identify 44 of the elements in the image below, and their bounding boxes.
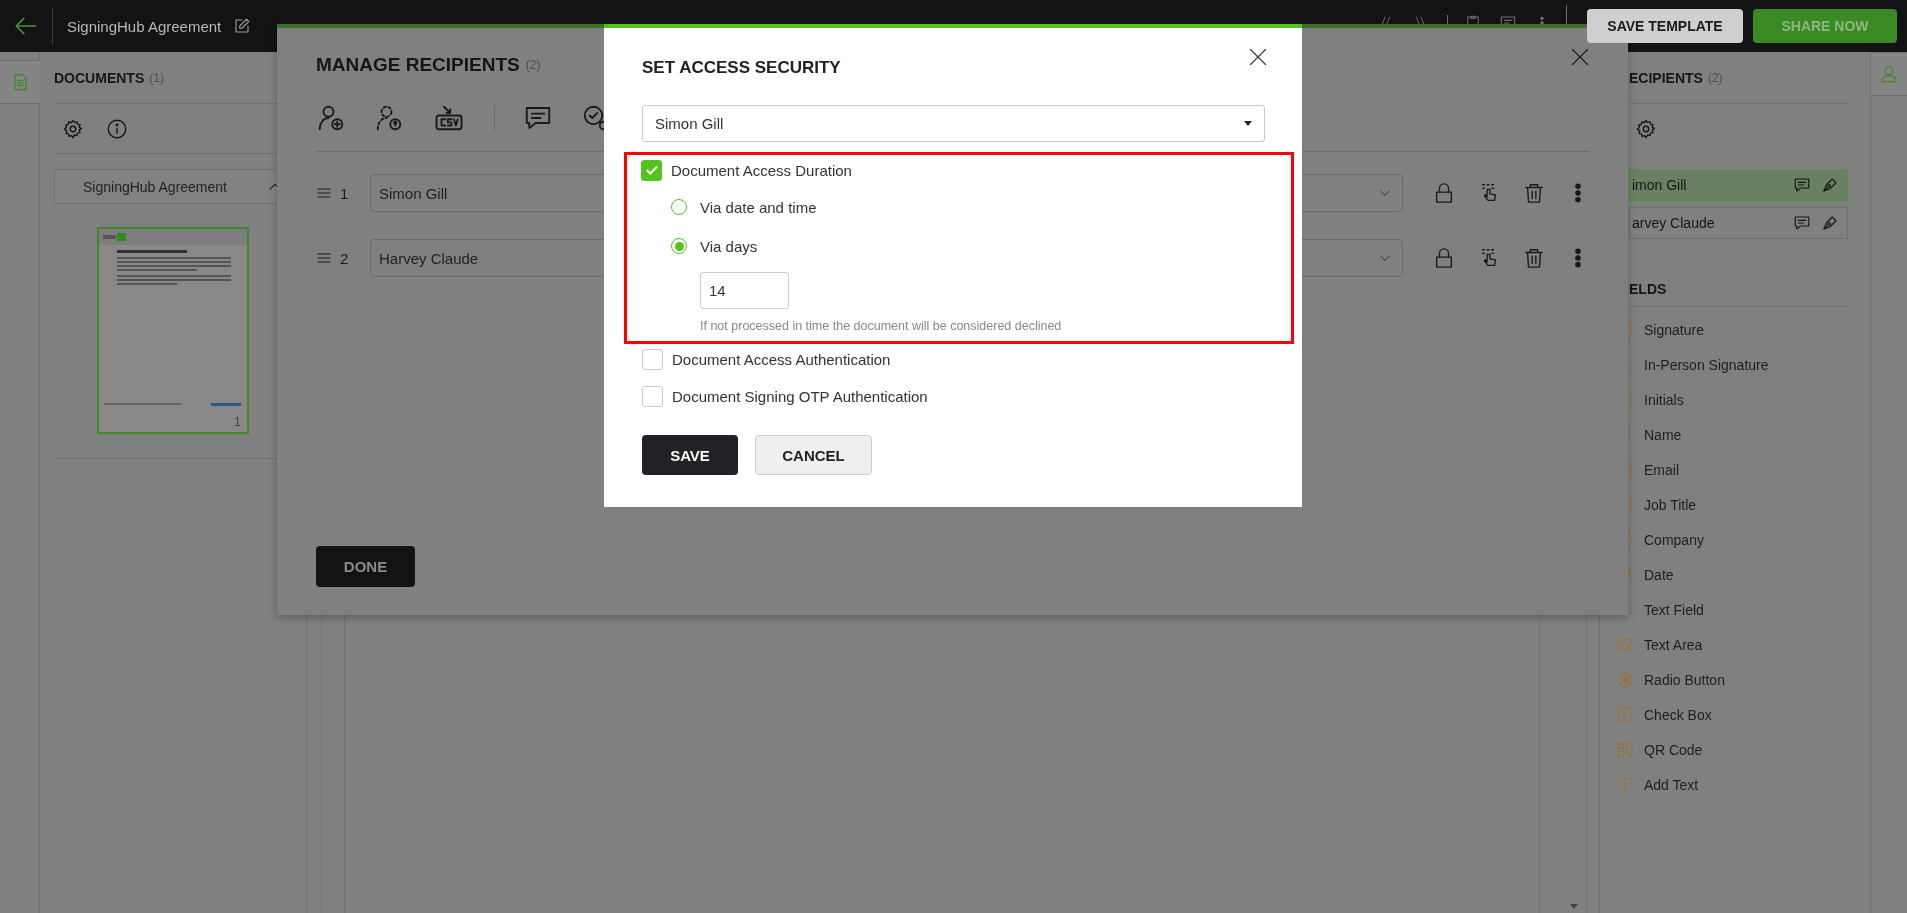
- days-input[interactable]: 14: [700, 272, 789, 309]
- save-button[interactable]: SAVE: [642, 435, 738, 475]
- field-label[interactable]: Add Text: [1644, 776, 1699, 793]
- dialog-title: SET ACCESS SECURITY: [642, 58, 841, 78]
- option-label: Document Access Authentication: [672, 350, 891, 368]
- recipient-order: 1: [340, 184, 350, 202]
- recipient-item[interactable]: imon Gill: [1629, 169, 1848, 201]
- panel-title: ELDS: [1629, 280, 1667, 297]
- done-button[interactable]: DONE: [316, 546, 415, 587]
- field-label[interactable]: Company: [1644, 531, 1704, 548]
- field-label[interactable]: Text Field: [1644, 601, 1704, 618]
- field-label[interactable]: Email: [1644, 461, 1679, 478]
- field-label[interactable]: Job Title: [1644, 496, 1697, 513]
- save-template-button[interactable]: SAVE TEMPLATE: [1587, 9, 1743, 43]
- field-label[interactable]: QR Code: [1644, 741, 1703, 758]
- field-label[interactable]: Initials: [1644, 391, 1684, 408]
- field-label[interactable]: Radio Button: [1644, 671, 1725, 688]
- recipient-name: imon Gill: [1632, 177, 1688, 193]
- recipient-name: Simon Gill: [655, 115, 724, 132]
- panel-title: DOCUMENTS: [54, 69, 145, 86]
- field-label[interactable]: Text Area: [1644, 636, 1703, 653]
- document-title: SigningHub Agreement: [67, 17, 222, 35]
- dialog-title: MANAGE RECIPIENTS: [316, 54, 520, 76]
- option-label: Document Access Duration: [671, 161, 852, 179]
- cancel-button[interactable]: CANCEL: [755, 435, 872, 475]
- recipient-name: Simon Gill: [379, 184, 448, 202]
- panel-title: ECIPIENTS: [1629, 69, 1703, 86]
- hint-text: If not processed in time the document will be considered declined: [700, 319, 1063, 333]
- field-label[interactable]: Name: [1644, 426, 1682, 443]
- radio-label: Via date and time: [700, 198, 817, 216]
- field-label[interactable]: Check Box: [1644, 706, 1712, 723]
- page-thumbnail[interactable]: 1: [97, 227, 249, 434]
- field-label[interactable]: Signature: [1644, 321, 1704, 338]
- recipient-name: Harvey Claude: [379, 249, 479, 267]
- page-number: 1: [233, 414, 241, 429]
- option-label: Document Signing OTP Authentication: [672, 387, 928, 405]
- recipient-name: arvey Claude: [1632, 215, 1716, 231]
- radio-label: Via days: [700, 237, 758, 255]
- recipient-order: 2: [340, 249, 350, 267]
- document-name: SigningHub Agreement: [83, 178, 227, 195]
- field-label[interactable]: In-Person Signature: [1644, 356, 1769, 373]
- field-label[interactable]: Date: [1644, 566, 1674, 583]
- recipient-item[interactable]: arvey Claude: [1629, 207, 1848, 239]
- recipient-dropdown[interactable]: Simon Gill: [642, 105, 1265, 142]
